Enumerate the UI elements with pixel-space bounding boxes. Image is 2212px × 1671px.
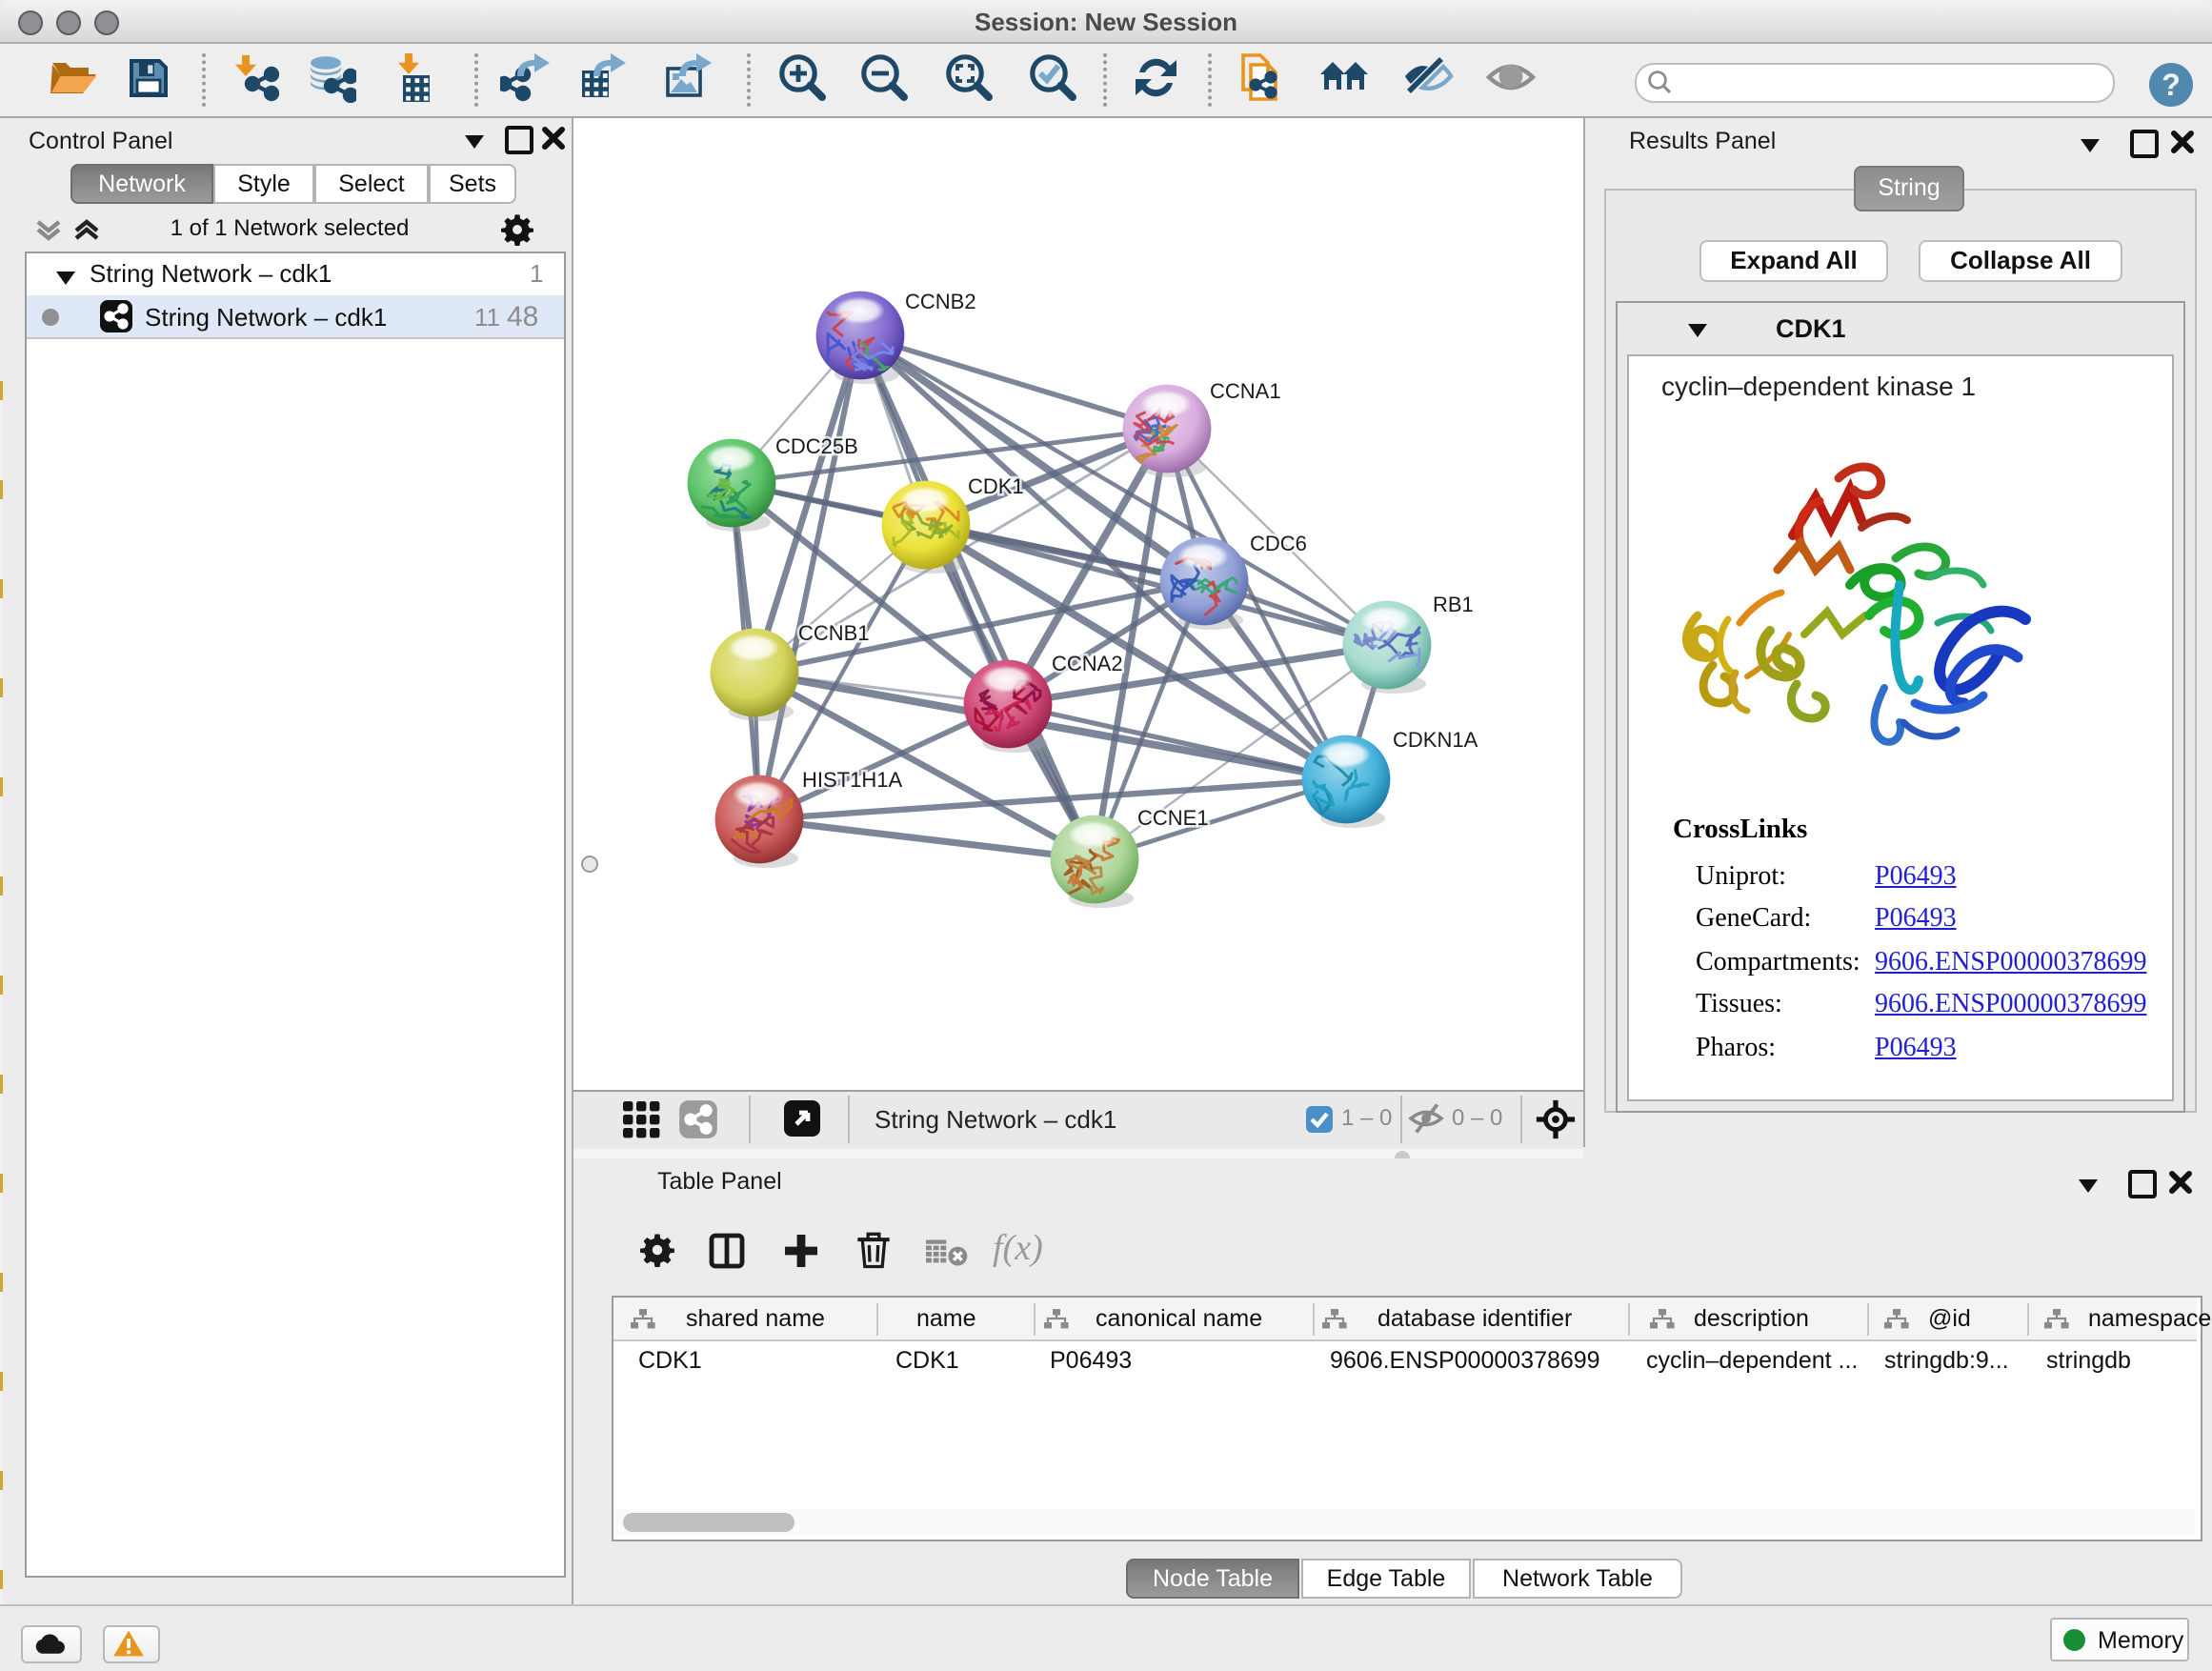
- svg-text:CDC6: CDC6: [1250, 532, 1307, 555]
- svg-text:CCNB2: CCNB2: [905, 290, 976, 313]
- svg-text:CCNE1: CCNE1: [1137, 806, 1209, 830]
- svg-text:RB1: RB1: [1433, 593, 1474, 616]
- svg-text:CDK1: CDK1: [968, 474, 1024, 498]
- svg-text:CCNA2: CCNA2: [1052, 652, 1123, 675]
- svg-text:CCNA1: CCNA1: [1210, 379, 1281, 403]
- svg-text:HIST1H1A: HIST1H1A: [802, 768, 902, 792]
- svg-text:CDC25B: CDC25B: [775, 434, 858, 458]
- svg-text:CCNB1: CCNB1: [798, 621, 870, 645]
- svg-text:CDKN1A: CDKN1A: [1393, 728, 1478, 752]
